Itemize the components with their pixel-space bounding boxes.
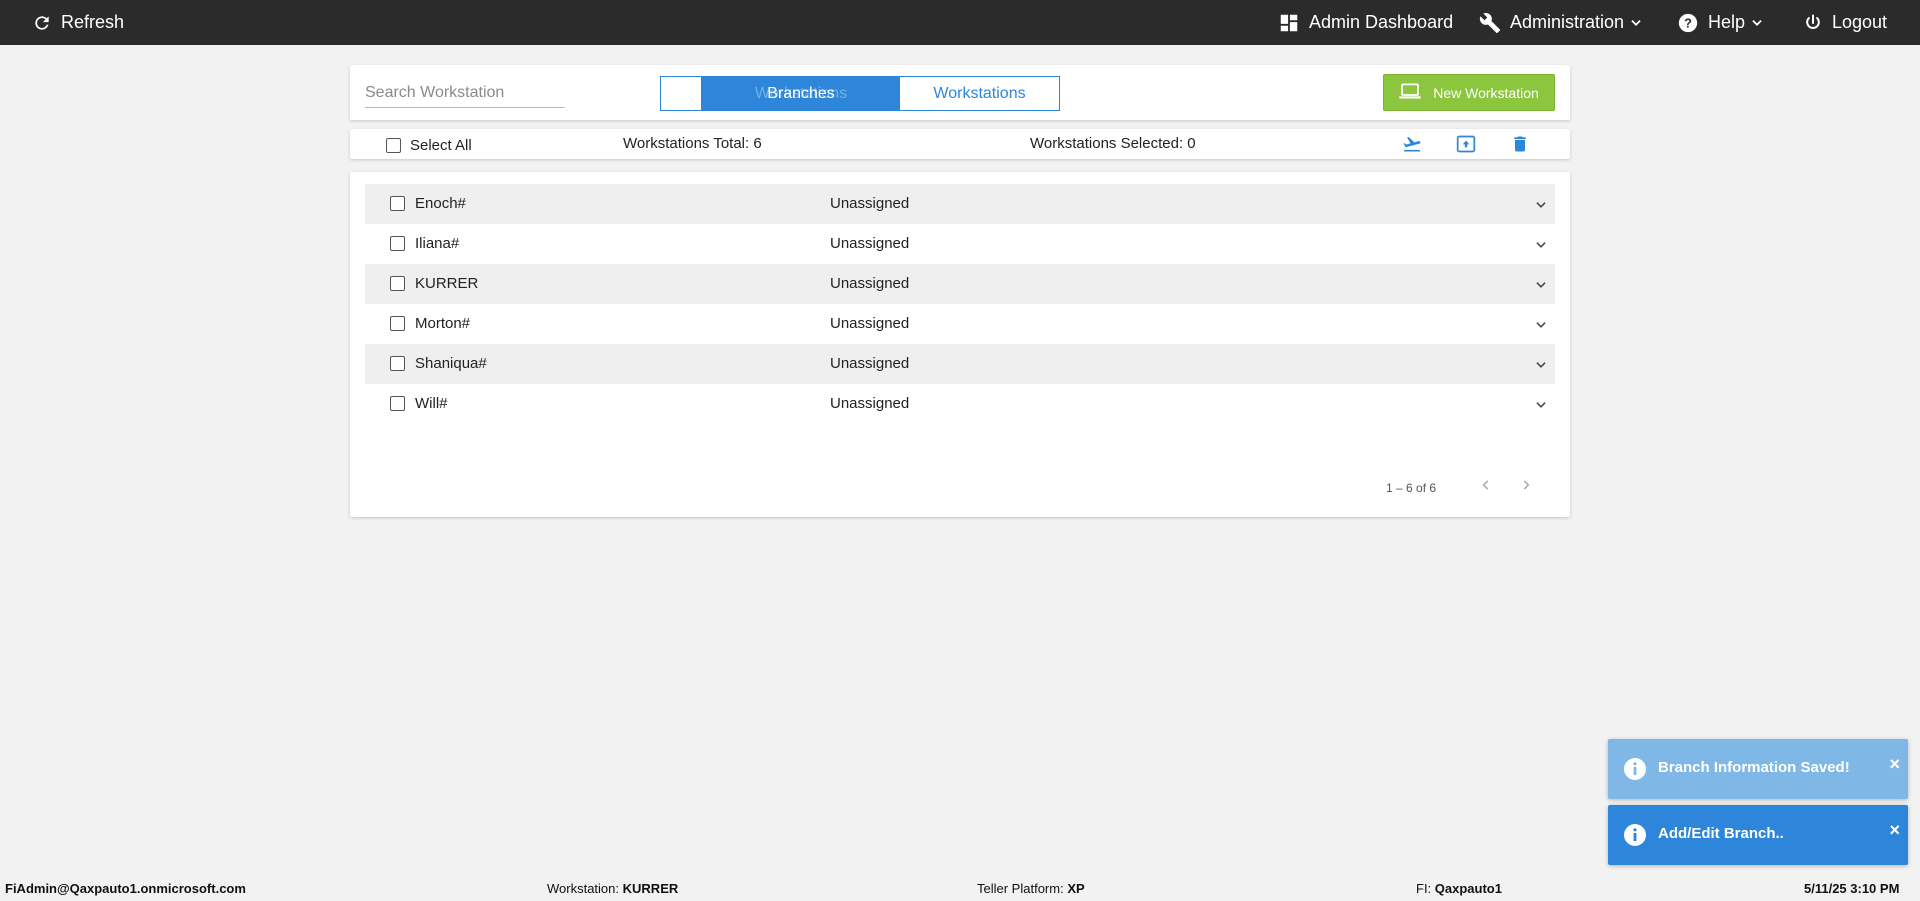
workstation-name: Morton# [415,315,471,332]
selection-toolbar: Select All Workstations Total: 6 Worksta… [350,129,1570,159]
delete-icon[interactable] [1507,132,1533,156]
status-workstation: Workstation: KURRER [547,881,678,896]
flight-takeoff-icon[interactable] [1399,132,1425,156]
top-navigation-bar: Refresh Admin Dashboard Administration ?… [0,0,1920,45]
dashboard-icon [1278,12,1300,34]
workstation-status: Unassigned [830,235,910,252]
admin-dashboard-link[interactable]: Admin Dashboard [1278,0,1453,45]
list-item[interactable]: Enoch# Unassigned [365,184,1555,224]
fi-value: Qaxpauto1 [1434,881,1502,896]
pagination-range: 1 – 6 of 6 [1386,481,1437,495]
toast-branch-saved: Branch Information Saved! × [1608,739,1908,799]
chevron-down-icon[interactable] [1531,315,1551,335]
tab-workstations-label: Workstations [933,84,1026,102]
workstation-status: Unassigned [830,355,910,372]
logout-button[interactable]: Logout [1803,0,1887,45]
status-fi: FI: Qaxpauto1 [1416,881,1502,896]
select-all-label: Select All [410,137,472,154]
workstation-label: Workstation: [547,881,620,896]
row-checkbox[interactable] [390,236,405,251]
select-all-checkbox[interactable]: Select All [386,137,472,154]
datetime-value: 5/11/25 3:10 PM [1804,881,1900,896]
row-checkbox[interactable] [390,356,405,371]
chevron-down-icon[interactable] [1531,395,1551,415]
new-workstation-button[interactable]: New Workstation [1383,74,1555,111]
workstation-status: Unassigned [830,395,910,412]
help-menu[interactable]: ? Help [1677,0,1764,45]
search-toolbar-card: Workstations Branches Workstations New W… [350,65,1570,120]
status-platform: Teller Platform: XP [977,881,1085,896]
list-item[interactable]: KURRER Unassigned [365,264,1555,304]
tab-branches[interactable]: Workstations Branches [702,77,900,110]
next-page-button[interactable] [1514,475,1538,499]
status-datetime: 5/11/25 3:10 PM [1804,881,1899,896]
toast-message: Add/Edit Branch.. [1658,825,1784,842]
platform-value: XP [1067,881,1085,896]
chevron-down-icon[interactable] [1531,235,1551,255]
list-item[interactable]: Shaniqua# Unassigned [365,344,1555,384]
workstation-name: Enoch# [415,195,466,212]
workstation-list: Enoch# Unassigned Iliana# Unassigned KUR… [350,172,1570,517]
info-icon [1623,757,1647,781]
workstation-status: Unassigned [830,195,910,212]
help-icon: ? [1677,12,1699,34]
workstation-name: Iliana# [415,235,460,252]
new-workstation-label: New Workstation [1433,84,1539,101]
workstation-name: Shaniqua# [415,355,487,372]
row-checkbox[interactable] [390,316,405,331]
workstation-name: Will# [415,395,448,412]
logout-label: Logout [1832,12,1888,32]
toast-add-edit-branch: Add/Edit Branch.. × [1608,805,1908,865]
chevron-right-icon [1519,478,1533,497]
refresh-button[interactable]: Refresh [32,0,124,45]
workstations-total: Workstations Total: 6 [623,135,762,152]
user-email: FiAdmin@Qaxpauto1.onmicrosoft.com [5,881,246,896]
close-icon[interactable]: × [1889,820,1900,841]
list-item[interactable]: Iliana# Unassigned [365,224,1555,264]
wrench-icon [1479,12,1501,34]
chevron-down-icon[interactable] [1531,275,1551,295]
workstation-status: Unassigned [830,275,910,292]
tab-branches-label: Branches [767,84,835,102]
administration-menu[interactable]: Administration [1479,0,1643,45]
workstation-value: KURRER [622,881,679,896]
list-item[interactable]: Will# Unassigned [365,384,1555,424]
chevron-down-icon [1629,16,1643,30]
chevron-left-icon [1479,478,1493,497]
row-checkbox[interactable] [390,196,405,211]
chevron-down-icon [1750,16,1764,30]
status-user: FiAdmin@Qaxpauto1.onmicrosoft.com [5,881,246,896]
laptop-icon [1399,83,1421,102]
info-icon [1623,823,1647,847]
row-checkbox[interactable] [390,276,405,291]
admin-dashboard-label: Admin Dashboard [1309,12,1454,32]
status-bar: FiAdmin@Qaxpauto1.onmicrosoft.com Workst… [0,876,1920,901]
fi-label: FI: [1416,881,1432,896]
workstations-selected: Workstations Selected: 0 [1030,135,1196,152]
help-label: Help [1708,12,1746,32]
search-workstation-input[interactable] [365,78,565,108]
administration-label: Administration [1510,12,1625,32]
upload-icon[interactable] [1453,132,1479,156]
toast-message: Branch Information Saved! [1658,759,1850,776]
chevron-down-icon[interactable] [1531,355,1551,375]
workstation-status: Unassigned [830,315,910,332]
platform-label: Teller Platform: [977,881,1064,896]
toggle-blank-segment[interactable] [661,77,702,110]
workstation-name: KURRER [415,275,479,292]
svg-text:?: ? [1684,15,1692,30]
row-checkbox[interactable] [390,396,405,411]
checkbox-icon [386,138,401,153]
view-toggle: Workstations Branches Workstations [660,76,1060,111]
tab-workstations[interactable]: Workstations [900,77,1059,110]
power-icon [1803,13,1823,33]
chevron-down-icon[interactable] [1531,195,1551,215]
close-icon[interactable]: × [1889,754,1900,775]
refresh-label: Refresh [61,12,125,32]
list-item[interactable]: Morton# Unassigned [365,304,1555,344]
refresh-icon [32,13,52,33]
previous-page-button[interactable] [1474,475,1498,499]
